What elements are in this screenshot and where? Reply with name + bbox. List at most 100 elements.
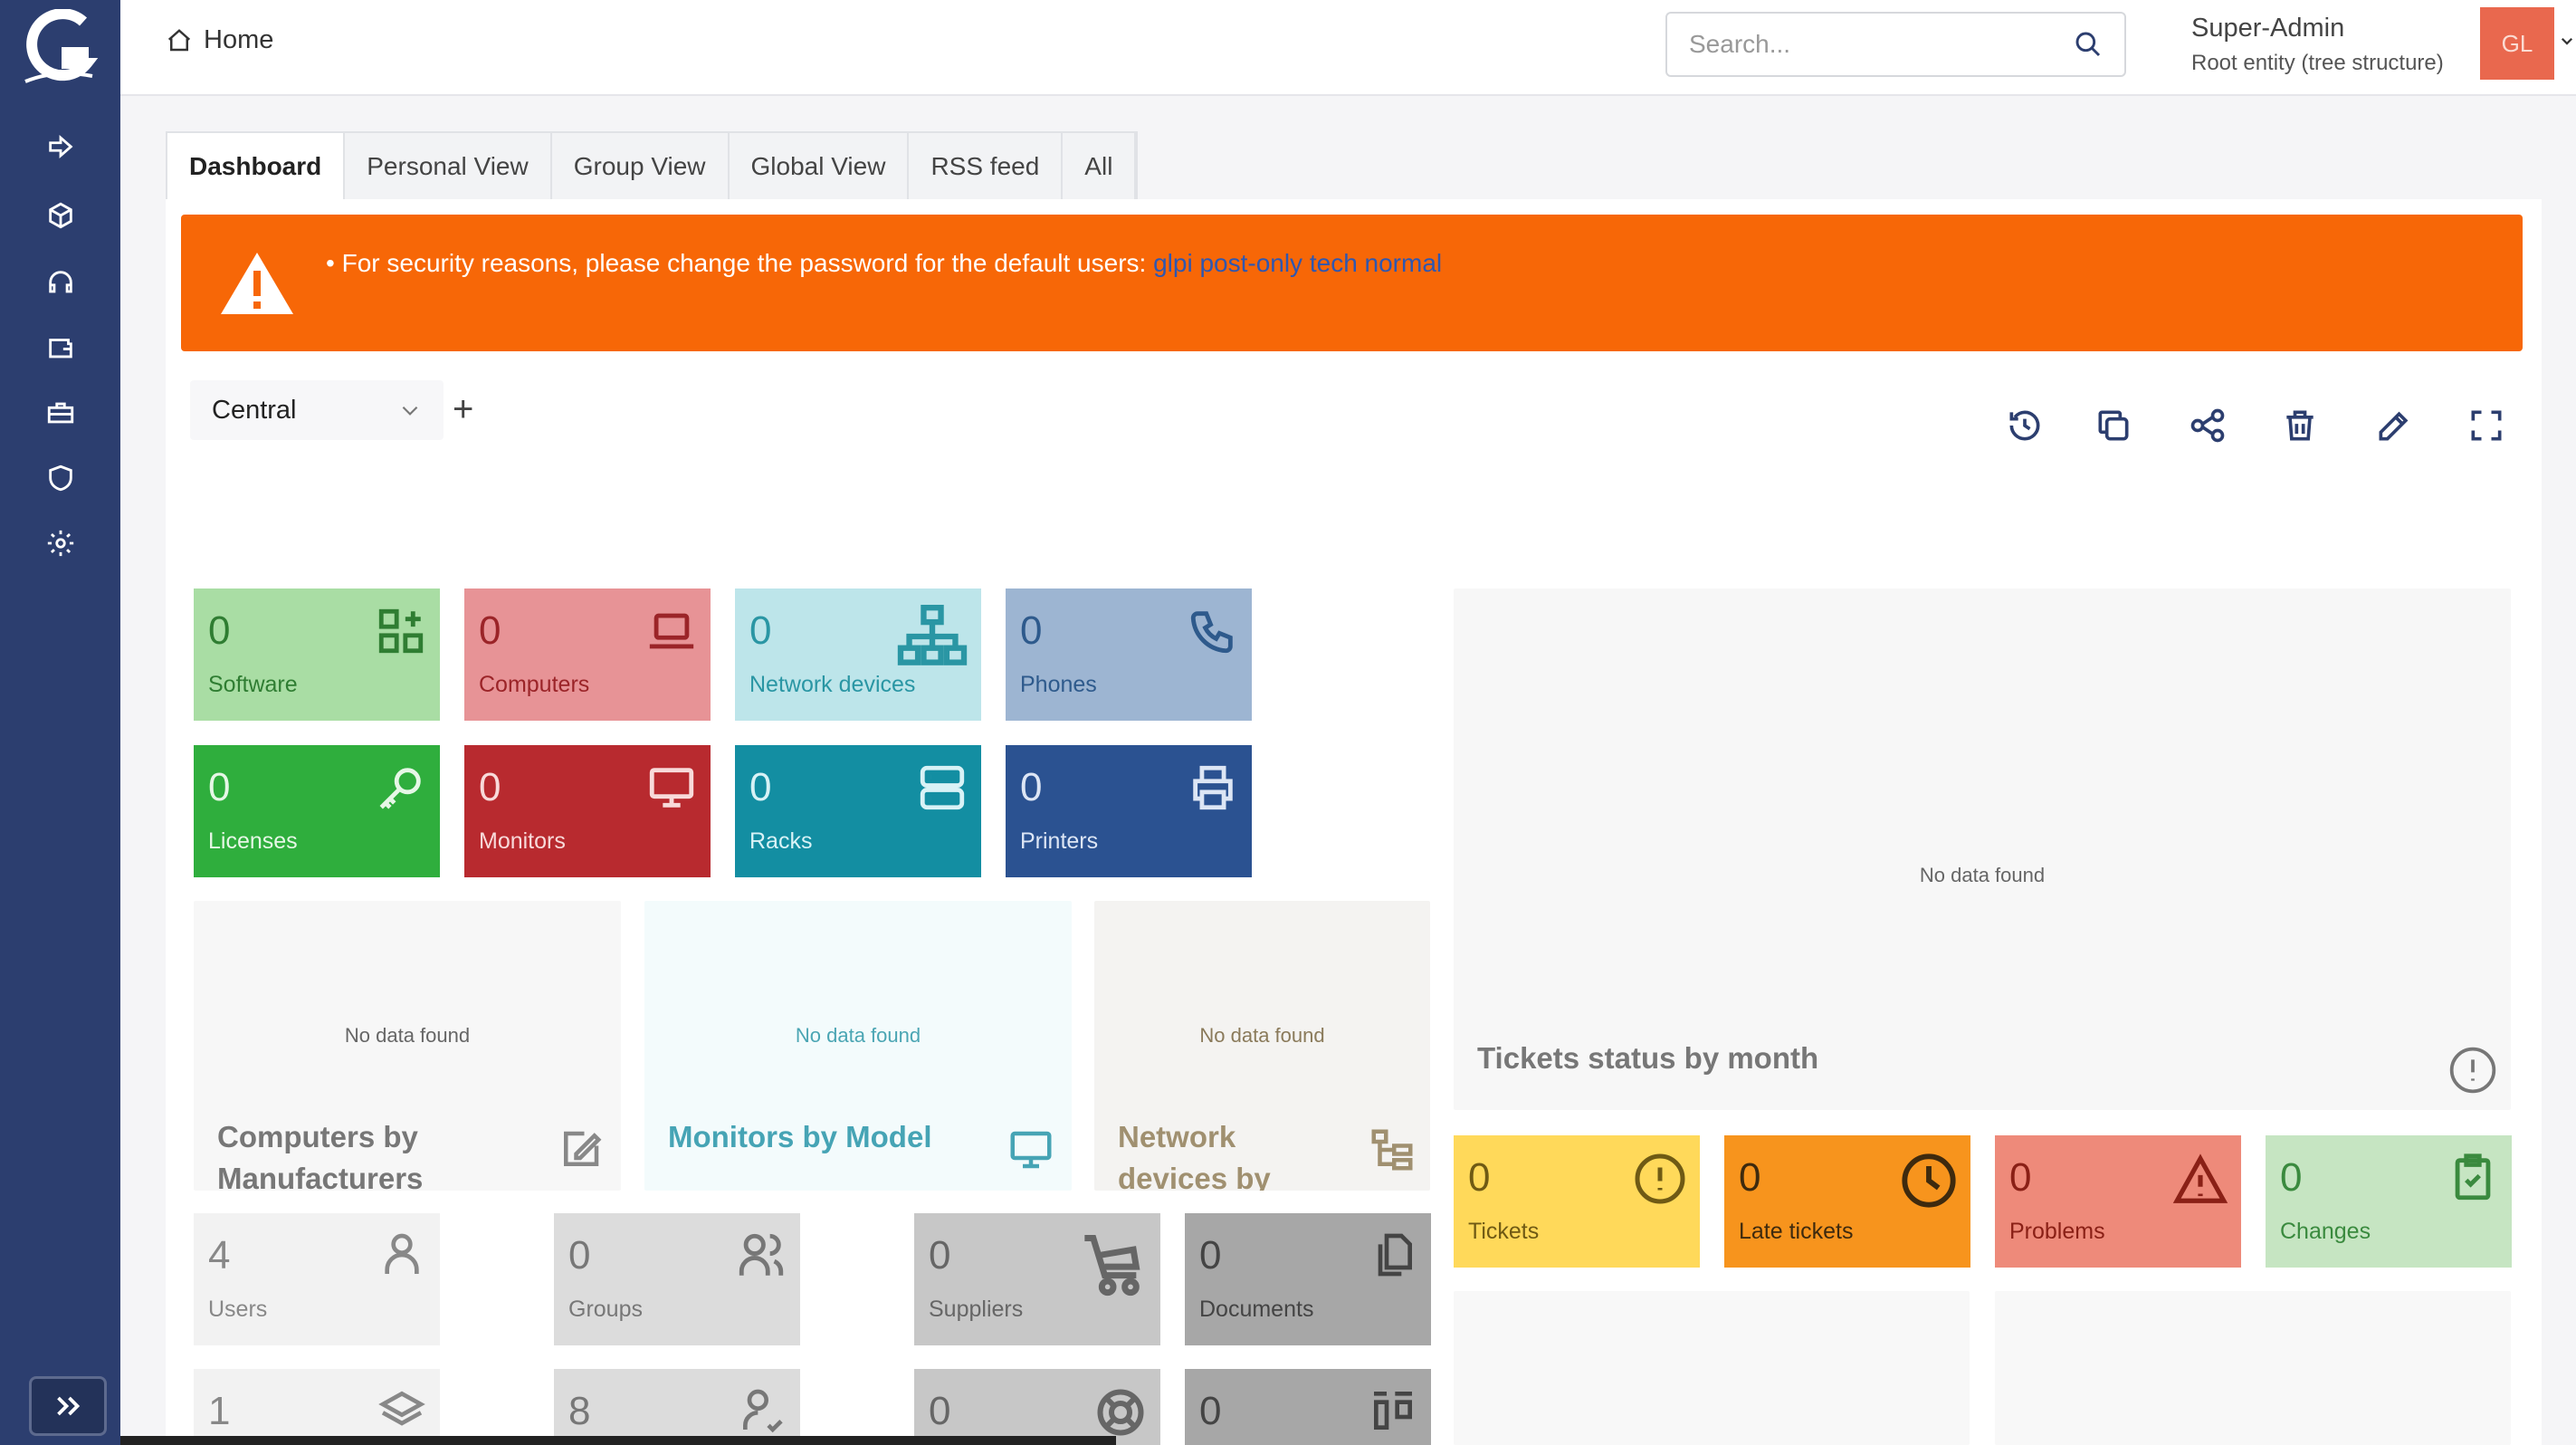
search-icon[interactable] — [2074, 30, 2103, 59]
card-software[interactable]: 0 Software — [194, 589, 440, 721]
files-icon — [1378, 1233, 1412, 1277]
card-value: 0 — [208, 765, 231, 809]
card-changes[interactable]: 0 Changes — [2266, 1135, 2512, 1268]
card-racks[interactable]: 0 Racks — [735, 745, 981, 877]
shield-icon — [48, 464, 72, 492]
sidebar-item-management[interactable] — [0, 321, 120, 375]
tab-bar: Dashboard Personal View Group View Globa… — [166, 131, 1139, 200]
card-documents[interactable]: 0 Documents — [1185, 1213, 1431, 1345]
sidebar-item-administration[interactable] — [0, 451, 120, 505]
tab-dashboard[interactable]: Dashboard — [167, 133, 346, 200]
card-network-devices[interactable]: 0 Network devices — [735, 589, 981, 721]
double-chevron-right-icon — [57, 1396, 81, 1416]
search-box[interactable] — [1665, 12, 2126, 77]
widget-title: Tickets status by month — [1477, 1041, 1819, 1075]
sign-in-icon — [48, 134, 72, 159]
tab-personal-view[interactable]: Personal View — [345, 133, 552, 200]
card-label: Software — [208, 672, 298, 697]
card-value: 0 — [1739, 1155, 1761, 1200]
copy-icon — [2098, 410, 2129, 441]
sidebar-item-setup[interactable] — [0, 516, 120, 570]
card-groups[interactable]: 0 Groups — [554, 1213, 800, 1345]
alert-circle-icon — [2449, 1047, 2496, 1094]
search-input[interactable] — [1689, 30, 2051, 59]
sidebar-item-assets[interactable] — [0, 120, 120, 174]
alert-users-link[interactable]: glpi post-only tech normal — [1153, 249, 1442, 277]
edit-button[interactable] — [2371, 403, 2417, 448]
add-dashboard-button[interactable]: + — [453, 389, 473, 430]
card-computers[interactable]: 0 Computers — [464, 589, 711, 721]
card-value: 0 — [929, 1233, 951, 1278]
card-layout[interactable]: 0 — [1185, 1369, 1431, 1445]
key-icon — [379, 768, 421, 809]
dashboard-select[interactable]: Central — [190, 380, 444, 440]
layout-icon — [1374, 1392, 1412, 1430]
card-label: Printers — [1020, 828, 1099, 854]
tab-rss-feed[interactable]: RSS feed — [909, 133, 1064, 200]
card-stack[interactable]: 1 — [194, 1369, 440, 1445]
card-value: 0 — [208, 608, 231, 653]
card-label: Users — [208, 1297, 268, 1322]
monitor-icon — [1010, 1131, 1052, 1169]
card-label: Phones — [1020, 672, 1097, 697]
card-label: Documents — [1199, 1297, 1314, 1322]
avatar[interactable]: GL — [2480, 7, 2554, 80]
monitor-icon — [649, 768, 694, 808]
widget-monitors-by-model: No data found Monitors by Model — [644, 901, 1072, 1191]
user-check-icon — [743, 1389, 783, 1433]
glpi-logo[interactable] — [20, 9, 100, 91]
card-label: Suppliers — [929, 1297, 1024, 1322]
sidebar-item-tools[interactable] — [0, 386, 120, 440]
chevron-down-icon[interactable] — [2559, 33, 2575, 49]
card-problems[interactable]: 0 Problems — [1995, 1135, 2241, 1268]
clone-button[interactable] — [2091, 403, 2136, 448]
card-label: Problems — [2009, 1219, 2105, 1244]
user-icon — [385, 1233, 419, 1274]
top-bar: Home Super-Admin Root entity (tree struc… — [120, 0, 2576, 96]
history-button[interactable] — [2002, 403, 2047, 448]
card-lifebuoy[interactable]: 0 — [914, 1369, 1160, 1445]
card-value: 0 — [749, 608, 772, 653]
card-suppliers[interactable]: 0 Suppliers — [914, 1213, 1160, 1345]
wallet-icon — [48, 339, 72, 359]
card-value: 0 — [929, 1389, 951, 1433]
card-tickets[interactable]: 0 Tickets — [1454, 1135, 1700, 1268]
card-licenses[interactable]: 0 Licenses — [194, 745, 440, 877]
tab-global-view[interactable]: Global View — [730, 133, 910, 200]
card-label: Late tickets — [1739, 1219, 1854, 1244]
card-monitors[interactable]: 0 Monitors — [464, 745, 711, 877]
security-alert: • For security reasons, please change th… — [181, 215, 2523, 351]
tab-all[interactable]: All — [1063, 133, 1137, 200]
delete-button[interactable] — [2277, 403, 2323, 448]
warning-icon — [2172, 1153, 2228, 1203]
edit-icon — [564, 1131, 602, 1166]
card-printers[interactable]: 0 Printers — [1006, 745, 1252, 877]
share-button[interactable] — [2185, 403, 2230, 448]
sidebar-item-box[interactable] — [0, 188, 120, 243]
gear-icon — [47, 530, 73, 557]
card-value: 0 — [479, 765, 501, 809]
card-late-tickets[interactable]: 0 Late tickets — [1724, 1135, 1970, 1268]
card-label: Network devices — [749, 672, 916, 697]
card-users[interactable]: 4 Users — [194, 1213, 440, 1345]
sidebar-item-assistance[interactable] — [0, 255, 120, 310]
card-label: Changes — [2280, 1219, 2371, 1244]
card-phones[interactable]: 0 Phones — [1006, 589, 1252, 721]
card-user-check[interactable]: 8 — [554, 1369, 800, 1445]
card-label: Tickets — [1468, 1219, 1540, 1244]
widget-title: Computers by Manufacturers — [217, 1120, 424, 1191]
history-icon — [2009, 410, 2040, 441]
card-label: Computers — [479, 672, 590, 697]
user-menu[interactable]: Super-Admin Root entity (tree structure) — [2191, 14, 2444, 76]
card-value: 0 — [2009, 1155, 2032, 1200]
collapse-sidebar-button[interactable] — [29, 1376, 107, 1436]
fullscreen-button[interactable] — [2464, 403, 2509, 448]
widget-tickets-status-by-month: No data found Tickets status by month — [1454, 589, 2511, 1110]
trash-icon — [2286, 410, 2314, 441]
tab-group-view[interactable]: Group View — [552, 133, 730, 200]
no-data-text: No data found — [1199, 1024, 1325, 1047]
card-label: Monitors — [479, 828, 566, 854]
breadcrumb[interactable]: Home — [166, 25, 273, 55]
breadcrumb-home[interactable]: Home — [204, 25, 273, 55]
horizontal-scrollbar[interactable] — [120, 1436, 1116, 1445]
